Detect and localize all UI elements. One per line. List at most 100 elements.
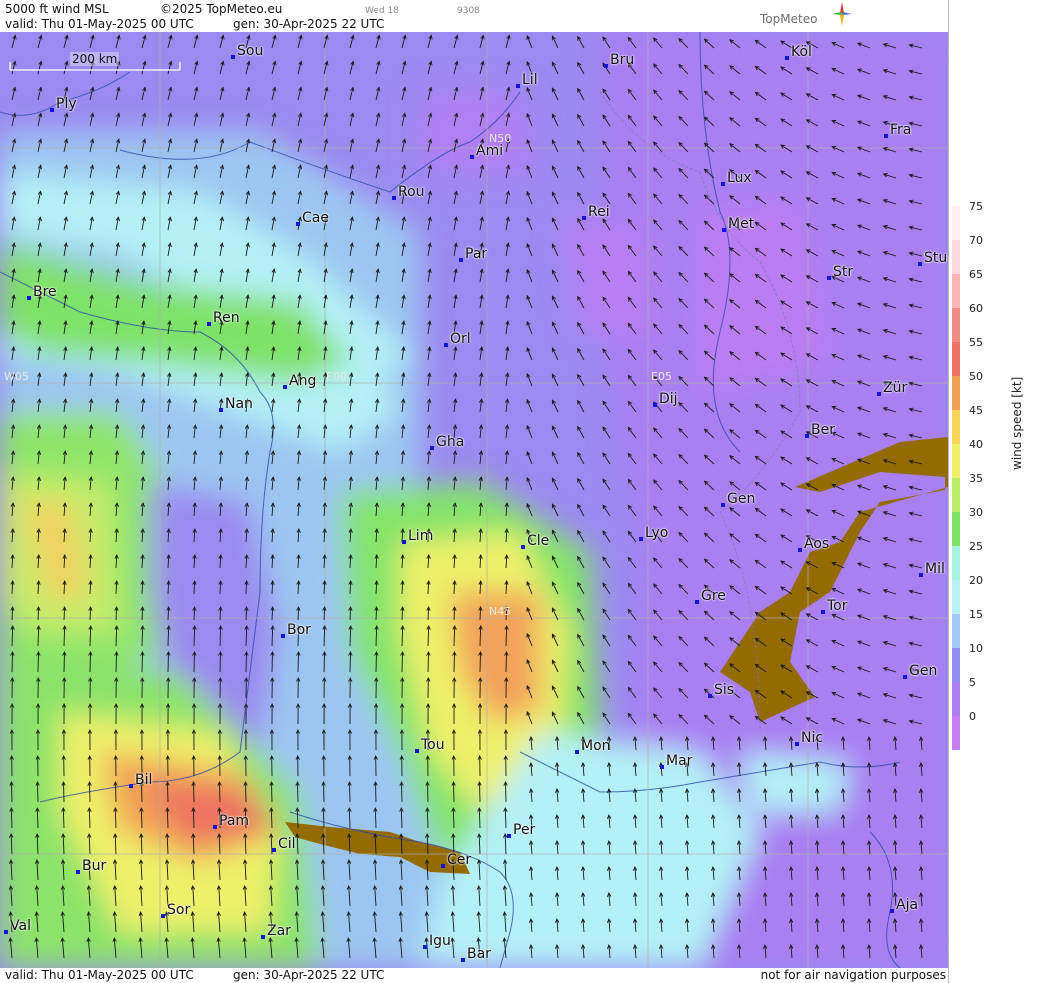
legend-swatch (952, 308, 960, 342)
legend-tick-label: 70 (969, 234, 983, 247)
legend-swatch (952, 478, 960, 512)
city-dot (918, 262, 922, 266)
city-label: Str (833, 264, 854, 280)
city-dot (827, 276, 831, 280)
grid-label-e00: E00 (326, 370, 347, 383)
city-label: Tor (827, 598, 848, 614)
city-dot (721, 503, 725, 507)
legend-tick-label: 75 (969, 200, 983, 213)
city-label: Bru (610, 52, 635, 68)
logo-text: TopMeteo (760, 12, 818, 26)
footer-generated-time: gen: 30-Apr-2025 22 UTC (233, 968, 385, 982)
city-dot (507, 834, 511, 838)
city-label: Bor (287, 622, 311, 638)
city-label: Gre (701, 588, 726, 604)
city-label: Mar (666, 753, 693, 769)
city-label: Gen (909, 663, 938, 679)
city-dot (281, 634, 285, 638)
legend-colorbar: 757065605550454035302520151050 (952, 200, 983, 750)
city-label: Bur (82, 858, 107, 874)
city-label: Stu (924, 250, 948, 266)
city-label: Nan (225, 396, 253, 412)
compass-star-icon (832, 2, 852, 26)
legend-tick-label: 30 (969, 506, 983, 519)
legend-tick-label: 0 (969, 710, 976, 723)
city-dot (795, 742, 799, 746)
city-label: Sis (714, 682, 735, 698)
city-label: Bre (33, 284, 57, 300)
copyright: ©2025 TopMeteo.eu (160, 2, 283, 16)
city-dot (721, 182, 725, 186)
city-label: Mon (581, 738, 611, 754)
city-dot (76, 870, 80, 874)
city-label: Zür (883, 380, 908, 396)
city-label: Cle (527, 533, 550, 549)
footer-valid-time: valid: Thu 01-May-2025 00 UTC (5, 968, 194, 982)
legend-swatch (952, 580, 960, 614)
city-dot (261, 935, 265, 939)
city-label: Igu (429, 933, 451, 949)
scale-bar-label: 200 km (70, 52, 120, 66)
city-label: Dij (659, 391, 678, 407)
legend-swatch (952, 342, 960, 376)
city-dot (884, 134, 888, 138)
city-dot (582, 216, 586, 220)
grid-label-n45: N45 (489, 605, 512, 618)
city-label: Gen (727, 491, 756, 507)
wind-map-canvas (0, 32, 948, 968)
legend-tick-label: 35 (969, 472, 983, 485)
city-dot (604, 64, 608, 68)
city-dot (430, 446, 434, 450)
city-label: Ami (476, 143, 504, 159)
city-dot (695, 600, 699, 604)
city-dot (441, 864, 445, 868)
city-label: Fra (890, 122, 912, 138)
layer-title: 5000 ft wind MSL (5, 2, 109, 16)
header-bar: 5000 ft wind MSL ©2025 TopMeteo.eu Wed 1… (0, 0, 948, 32)
legend-tick-label: 40 (969, 438, 983, 451)
city-label: Tou (421, 737, 445, 753)
footer-disclaimer: not for air navigation purposes (760, 968, 946, 982)
city-label: Zar (267, 923, 291, 939)
city-dot (708, 694, 712, 698)
legend-swatch (952, 614, 960, 648)
legend-swatch (952, 444, 960, 478)
legend-tick-label: 10 (969, 642, 983, 655)
wind-map[interactable]: 200 km N50 N45 W05 E00 E05 Sou Bru Köl Lil P… (0, 32, 948, 968)
city-label: Köl (791, 44, 812, 60)
legend-swatch (952, 682, 960, 716)
city-dot (722, 228, 726, 232)
legend-tick-label: 50 (969, 370, 983, 383)
city-dot (231, 55, 235, 59)
city-label: Rou (398, 184, 425, 200)
city-label: Bil (135, 772, 153, 788)
city-label: Cer (447, 852, 472, 868)
city-dot (903, 675, 907, 679)
legend-swatch (952, 716, 960, 750)
footer-bar: valid: Thu 01-May-2025 00 UTC gen: 30-Ap… (0, 968, 948, 983)
city-dot (207, 322, 211, 326)
city-label: Met (728, 216, 755, 232)
city-dot (444, 343, 448, 347)
legend-tick-label: 25 (969, 540, 983, 553)
city-dot (392, 196, 396, 200)
legend-tick-label: 45 (969, 404, 983, 417)
city-dot (919, 573, 923, 577)
city-dot (521, 545, 525, 549)
city-dot (296, 222, 300, 226)
header-day-tag: Wed 18 (365, 6, 399, 16)
city-label: Cae (302, 210, 329, 226)
city-dot (785, 56, 789, 60)
legend-swatch (952, 240, 960, 274)
city-label: Aos (804, 536, 830, 552)
city-dot (161, 914, 165, 918)
valid-time: valid: Thu 01-May-2025 00 UTC (5, 17, 194, 31)
city-label: Orl (450, 331, 471, 347)
city-label: Lil (522, 72, 538, 88)
city-label: Sou (237, 43, 264, 59)
city-label: Ply (56, 96, 77, 112)
city-dot (272, 848, 276, 852)
city-label: Sor (167, 902, 191, 918)
legend-swatch (952, 512, 960, 546)
header-code-tag: 9308 (457, 6, 480, 16)
